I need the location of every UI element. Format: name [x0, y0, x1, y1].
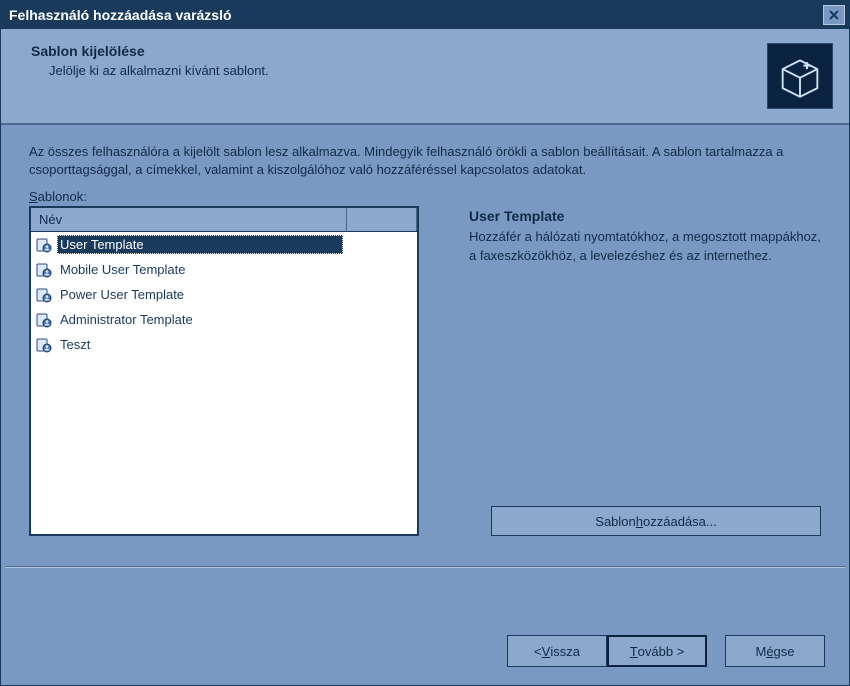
list-item[interactable]: Administrator Template	[31, 307, 417, 332]
separator	[5, 566, 845, 568]
content-area: Az összes felhasználóra a kijelölt sablo…	[1, 125, 849, 546]
instruction-text: Az összes felhasználóra a kijelölt sablo…	[29, 143, 821, 179]
window-title: Felhasználó hozzáadása varázsló	[9, 7, 823, 23]
user-template-icon	[35, 236, 53, 254]
wizard-header: Sablon kijelölése Jelölje ki az alkalmaz…	[1, 29, 849, 125]
close-button[interactable]	[823, 5, 845, 25]
list-item[interactable]: User Template	[31, 232, 347, 257]
list-item[interactable]: Mobile User Template	[31, 257, 417, 282]
list-item-label: User Template	[60, 237, 144, 252]
header-subtitle: Jelölje ki az alkalmazni kívánt sablont.	[31, 63, 767, 78]
next-button[interactable]: Tovább >	[607, 635, 707, 667]
list-item-label: Administrator Template	[60, 312, 193, 327]
cancel-button[interactable]: Mégse	[725, 635, 825, 667]
list-body: User Template Mobile User Template	[31, 232, 417, 357]
column-header-name[interactable]: Név	[31, 208, 347, 231]
header-title: Sablon kijelölése	[31, 43, 767, 59]
user-template-icon	[35, 336, 53, 354]
wizard-window: Felhasználó hozzáadása varázsló Sablon k…	[0, 0, 850, 686]
user-template-icon	[35, 286, 53, 304]
list-item[interactable]: Power User Template	[31, 282, 417, 307]
templates-listview[interactable]: Név User Template	[29, 206, 419, 536]
user-template-icon	[35, 261, 53, 279]
column-header-empty[interactable]	[347, 208, 417, 231]
user-template-icon	[35, 311, 53, 329]
list-item-label: Teszt	[60, 337, 90, 352]
templates-label: Sablonok:	[29, 189, 821, 204]
template-detail-description: Hozzáfér a hálózati nyomtatókhoz, a mego…	[469, 228, 821, 264]
list-item[interactable]: Teszt	[31, 332, 417, 357]
template-detail-title: User Template	[469, 208, 821, 224]
titlebar: Felhasználó hozzáadása varázsló	[1, 1, 849, 29]
wizard-footer: < Vissza Tovább > Mégse	[507, 635, 825, 667]
add-template-button[interactable]: Sablon hozzáadása...	[491, 506, 821, 536]
back-button[interactable]: < Vissza	[507, 635, 607, 667]
list-header: Név	[31, 208, 417, 232]
list-item-label: Power User Template	[60, 287, 184, 302]
list-item-label: Mobile User Template	[60, 262, 185, 277]
close-icon	[829, 10, 839, 20]
header-box-icon	[767, 43, 833, 109]
